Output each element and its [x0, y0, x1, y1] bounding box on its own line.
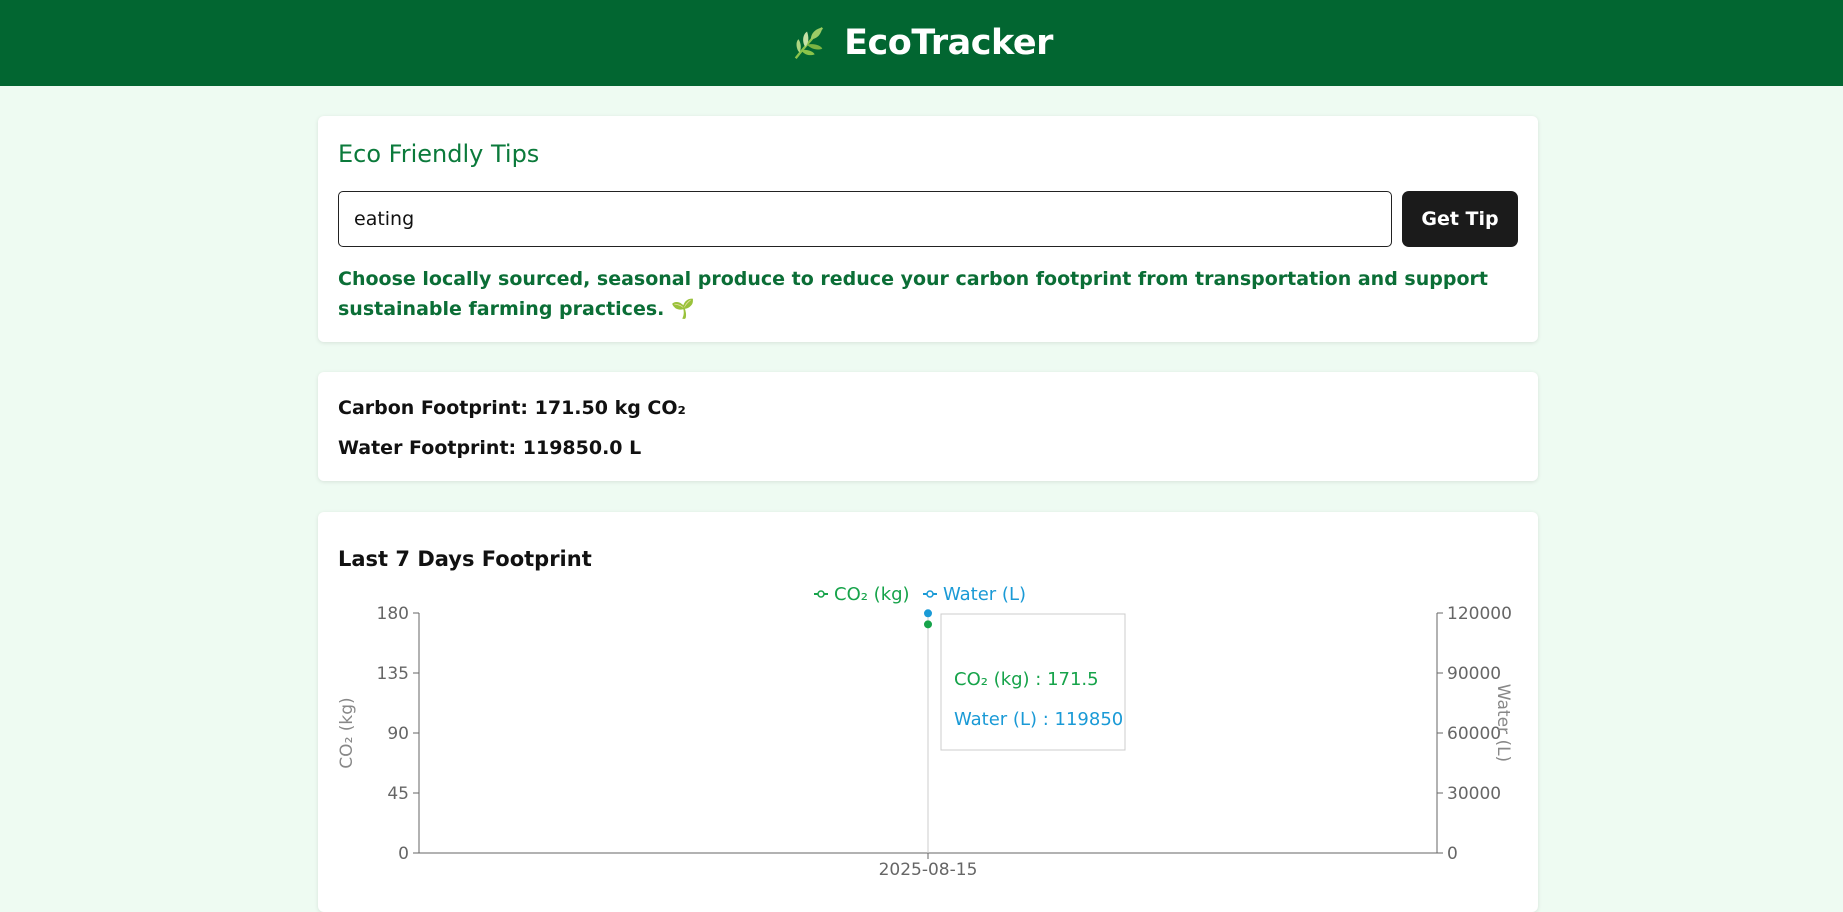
tip-result-text: Choose locally sourced, seasonal produce… [338, 268, 1488, 320]
water-footprint-value: Water Footprint: 119850.0 L [338, 437, 642, 459]
data-point-co2 [924, 620, 932, 629]
leaf-icon [794, 26, 824, 59]
carbon-footprint-value: Carbon Footprint: 171.50 kg CO₂ [338, 397, 686, 419]
app-title: EcoTracker [844, 23, 1053, 63]
data-point-water [924, 609, 932, 618]
right-axis-label: Water (L) [1493, 684, 1513, 762]
header: EcoTracker [0, 0, 1843, 86]
footprint-summary-card: Carbon Footprint: 171.50 kg CO₂ Water Fo… [318, 372, 1538, 481]
tip-topic-input[interactable] [338, 191, 1392, 247]
tooltip-co2-value: CO₂ (kg) : 171.5 [954, 669, 1099, 690]
legend-water-marker-icon [926, 590, 934, 598]
legend-co2-marker-icon [817, 590, 825, 598]
legend-water-label: Water (L) [943, 584, 1026, 605]
right-tick-label: 30000 [1447, 784, 1501, 804]
eco-tips-title: Eco Friendly Tips [338, 140, 540, 168]
left-tick-label: 180 [377, 604, 409, 624]
legend-co2-label: CO₂ (kg) [834, 584, 910, 605]
right-tick-label: 0 [1447, 844, 1458, 864]
left-tick-label: 135 [377, 664, 409, 684]
tooltip-water-value: Water (L) : 119850 [954, 709, 1123, 730]
right-tick-label: 60000 [1447, 724, 1501, 744]
left-tick-label: 90 [387, 724, 409, 744]
get-tip-button[interactable]: Get Tip [1402, 191, 1518, 247]
right-tick-label: 90000 [1447, 664, 1501, 684]
tip-form: Get Tip [338, 191, 1518, 247]
left-axis-label: CO₂ (kg) [337, 697, 357, 768]
left-tick-label: 45 [387, 784, 409, 804]
eco-tips-card: Eco Friendly Tips Get Tip Choose locally… [318, 116, 1538, 342]
footprint-chart-card: Last 7 Days Footprint 0 45 90 135 180 0 30000 6… [318, 512, 1538, 912]
footprint-chart: 0 45 90 135 180 0 30000 60000 90000 120000 2025-08… [337, 584, 1513, 880]
x-tick-label: 2025-08-15 [879, 860, 978, 880]
right-tick-label: 120000 [1447, 604, 1512, 624]
left-tick-label: 0 [398, 844, 409, 864]
